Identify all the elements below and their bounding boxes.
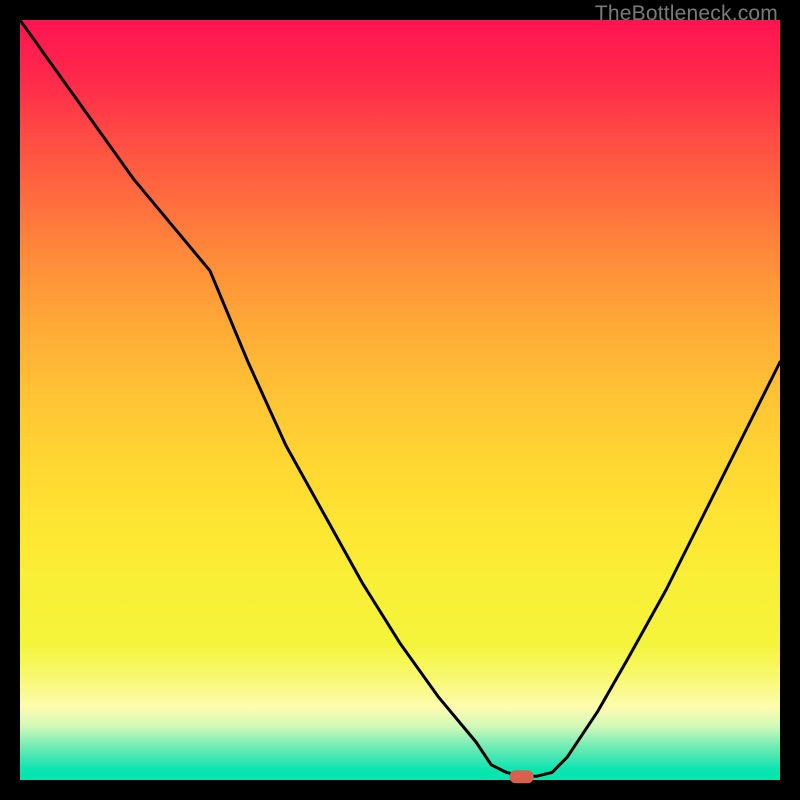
bottleneck-curve bbox=[20, 20, 780, 776]
plot-area bbox=[20, 20, 780, 780]
chart-svg bbox=[20, 20, 780, 780]
optimal-marker bbox=[510, 770, 534, 783]
watermark-text: TheBottleneck.com bbox=[595, 2, 778, 26]
chart-frame: TheBottleneck.com bbox=[0, 0, 800, 800]
